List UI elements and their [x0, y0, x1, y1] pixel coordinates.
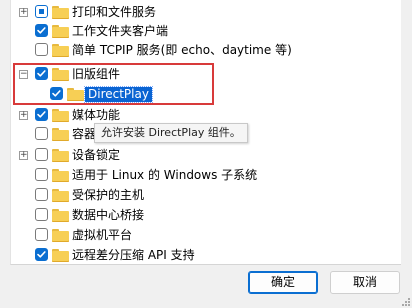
tree-item-simple-tcpip[interactable]: 简单 TCPIP 服务(即 echo、daytime 等) [11, 41, 391, 60]
ok-button[interactable]: 确定 [248, 271, 318, 294]
tree-item-device-lockdown[interactable]: + 设备锁定 [11, 146, 391, 165]
expand-icon[interactable]: + [19, 8, 28, 17]
folder-icon [52, 209, 69, 222]
checkbox-unchecked[interactable] [35, 148, 48, 161]
resize-grip-icon[interactable] [402, 298, 410, 306]
tree-item-data-center-bridging[interactable]: 数据中心桥接 [11, 206, 391, 225]
checkbox-unchecked[interactable] [35, 127, 48, 140]
folder-icon [52, 25, 69, 38]
checkbox-unchecked[interactable] [35, 168, 48, 181]
folder-icon [52, 109, 69, 122]
folder-icon [52, 149, 69, 162]
expand-icon[interactable]: + [19, 111, 28, 120]
tree-item-label: 工作文件夹客户端 [72, 24, 169, 38]
checkbox-partial[interactable] [35, 5, 48, 18]
tooltip: 允许安装 DirectPlay 组件。 [94, 123, 248, 143]
checkbox-checked[interactable] [35, 248, 48, 261]
tree-item-virtual-machine-platform[interactable]: 虚拟机平台 [11, 226, 391, 245]
folder-icon [52, 249, 69, 262]
tree-item-label: 媒体功能 [72, 108, 121, 122]
tree-item-label: 容器 [72, 127, 97, 141]
tree-item-label: 设备锁定 [72, 148, 121, 162]
tree-item-remote-differential-compression[interactable]: 远程差分压缩 API 支持 [11, 246, 391, 264]
tree-item-label: 远程差分压缩 API 支持 [72, 248, 195, 262]
checkbox-unchecked[interactable] [35, 188, 48, 201]
checkbox-unchecked[interactable] [35, 208, 48, 221]
folder-icon [52, 44, 69, 57]
tree-item-label: 适用于 Linux 的 Windows 子系统 [72, 168, 258, 182]
tree-item-label: 数据中心桥接 [72, 208, 145, 222]
checkbox-unchecked[interactable] [35, 228, 48, 241]
checkbox-checked[interactable] [35, 108, 48, 121]
folder-icon [52, 6, 69, 19]
red-highlight-box [13, 63, 214, 105]
tree-item-guarded-host[interactable]: 受保护的主机 [11, 186, 391, 205]
tree-item-label: 受保护的主机 [72, 188, 145, 202]
folder-icon [52, 169, 69, 182]
tree-item-print-services[interactable]: + 打印和文件服务 [11, 3, 391, 22]
tree-item-label: 简单 TCPIP 服务(即 echo、daytime 等) [72, 43, 292, 57]
tree-item-label: 打印和文件服务 [72, 5, 157, 19]
tree-item-wsl[interactable]: 适用于 Linux 的 Windows 子系统 [11, 166, 391, 185]
tree-item-work-folders-client[interactable]: 工作文件夹客户端 [11, 22, 391, 41]
expand-icon[interactable]: + [19, 151, 28, 160]
tree-item-label: 虚拟机平台 [72, 228, 133, 242]
folder-icon [52, 189, 69, 202]
folder-icon [52, 229, 69, 242]
checkbox-unchecked[interactable] [35, 43, 48, 56]
checkbox-checked[interactable] [35, 24, 48, 37]
cancel-button[interactable]: 取消 [330, 271, 400, 294]
folder-icon [52, 128, 69, 141]
